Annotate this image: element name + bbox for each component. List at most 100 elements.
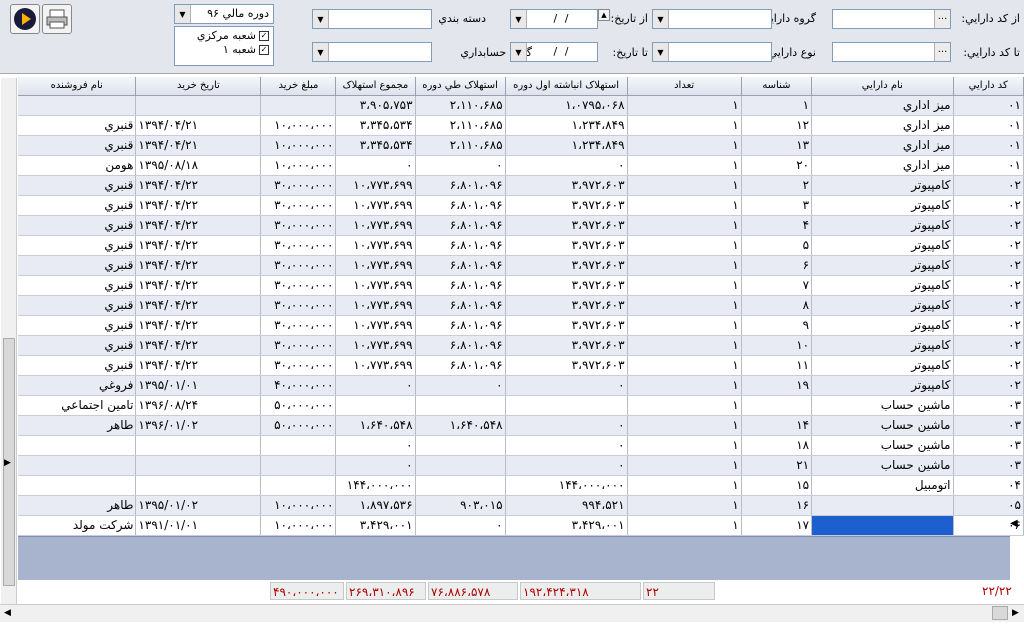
cell-purchase-date[interactable]: ۱۳۹۴/۰۴/۲۱ [135,135,262,156]
cell-opening-dep[interactable]: ۳،۹۷۲،۶۰۳ [505,335,628,356]
horizontal-scrollbar[interactable]: ◀ ▶ [0,604,1024,622]
cell-period-dep[interactable]: ۲،۱۱۰،۶۸۵ [415,135,506,156]
cell-period-dep[interactable]: ۶،۸۰۱،۰۹۶ [415,175,506,196]
cell-vendor[interactable]: قنبري [18,295,137,316]
table-row[interactable]: قنبري ۱۳۹۴/۰۴/۲۲ ۳۰،۰۰۰،۰۰۰ ۱۰،۷۷۳،۶۹۹ ۶،۸۰۱… [18,295,1024,316]
cell-total-dep[interactable]: ۱،۸۹۷،۵۳۶ [335,495,416,516]
cell-id[interactable]: ۲ [741,175,813,196]
chevron-down-icon[interactable]: ▼ [653,43,669,61]
cell-id[interactable]: ۸ [741,295,813,316]
cell-asset-code[interactable]: ۰۱ [953,155,1024,176]
table-row[interactable]: قنبري ۱۳۹۴/۰۴/۲۲ ۳۰،۰۰۰،۰۰۰ ۱۰،۷۷۳،۶۹۹ ۶،۸۰۱… [18,215,1024,236]
category-select[interactable]: ▼ [312,9,432,29]
cell-vendor[interactable] [18,435,137,456]
asset-grid[interactable]: ▶ نام فروشنده تاريخ خريد مبلغ خريد مجموع… [0,74,1024,624]
cell-id[interactable]: ۱۵ [741,475,813,496]
table-row[interactable]: ۰ ۰ ۱ ۲۱ ماشين حساب ۰۳ [18,455,1024,476]
cell-total-dep[interactable]: ۱،۶۴۰،۵۴۸ [335,415,416,436]
cell-period-dep[interactable]: ۰ [415,155,506,176]
cell-purchase-date[interactable]: ۱۳۹۴/۰۴/۲۲ [135,315,262,336]
cell-total-dep[interactable]: ۱۴۴،۰۰۰،۰۰۰ [335,475,416,496]
cell-asset-name[interactable]: کامپيوتر [811,335,954,356]
col-vendor[interactable]: نام فروشنده [18,77,137,96]
cell-total-dep[interactable]: ۳،۹۰۵،۷۵۳ [335,95,416,116]
cell-purchase-date[interactable]: ۱۳۹۴/۰۴/۲۲ [135,195,262,216]
cell-opening-dep[interactable]: ۱،۲۳۴،۸۴۹ [505,135,628,156]
cell-id[interactable]: ۱۰ [741,335,813,356]
cell-asset-name[interactable]: کامپيوتر [811,195,954,216]
table-row[interactable]: قنبري ۱۳۹۴/۰۴/۲۲ ۳۰،۰۰۰،۰۰۰ ۱۰،۷۷۳،۶۹۹ ۶،۸۰۱… [18,335,1024,356]
cell-quantity[interactable]: ۱ [627,375,742,396]
cell-vendor[interactable]: قنبري [18,275,137,296]
cell-quantity[interactable]: ۱ [627,355,742,376]
cell-purchase-amount[interactable]: ۱۰،۰۰۰،۰۰۰ [260,135,337,156]
table-row[interactable]: قنبري ۱۳۹۴/۰۴/۲۲ ۳۰،۰۰۰،۰۰۰ ۱۰،۷۷۳،۶۹۹ ۶،۸۰۱… [18,275,1024,296]
cell-total-dep[interactable]: ۳،۳۴۵،۵۳۴ [335,115,416,136]
cell-purchase-amount[interactable]: ۳۰،۰۰۰،۰۰۰ [260,295,337,316]
table-row[interactable]: طاهر ۱۳۹۵/۰۱/۰۲ ۱۰،۰۰۰،۰۰۰ ۱،۸۹۷،۵۳۶ ۹۰۳،۰۱۵… [18,495,1024,516]
chevron-down-icon[interactable]: ▼ [313,43,329,61]
cell-id[interactable] [741,395,813,416]
cell-period-dep[interactable]: ۶،۸۰۱،۰۹۶ [415,315,506,336]
table-row[interactable]: قنبري ۱۳۹۴/۰۴/۲۱ ۱۰،۰۰۰،۰۰۰ ۳،۳۴۵،۵۳۴ ۲،۱۱۰،… [18,115,1024,136]
cell-asset-code[interactable]: ۰۱ [953,115,1024,136]
cell-vendor[interactable]: قنبري [18,335,137,356]
col-total-dep[interactable]: مجموع استهلاک [335,77,416,96]
col-purchase-amount[interactable]: مبلغ خريد [260,77,337,96]
cell-id[interactable]: ۲۰ [741,155,813,176]
cell-id[interactable]: ۱۳ [741,135,813,156]
cell-total-dep[interactable]: ۱۰،۷۷۳،۶۹۹ [335,295,416,316]
cell-id[interactable]: ۱۴ [741,415,813,436]
cell-purchase-amount[interactable]: ۳۰،۰۰۰،۰۰۰ [260,275,337,296]
cell-vendor[interactable]: قنبري [18,355,137,376]
cell-asset-name[interactable]: ماشين حساب [811,395,954,416]
cell-id[interactable]: ۶ [741,255,813,276]
cell-vendor[interactable]: قنبري [18,315,137,336]
cell-purchase-date[interactable] [135,95,262,116]
cell-quantity[interactable]: ۱ [627,235,742,256]
cell-asset-name[interactable]: کامپيوتر [811,255,954,276]
cell-purchase-amount[interactable] [260,455,337,476]
cell-period-dep[interactable]: ۶،۸۰۱،۰۹۶ [415,275,506,296]
cell-vendor[interactable]: قنبري [18,255,137,276]
cell-asset-code[interactable]: ۰۲ [953,315,1024,336]
cell-total-dep[interactable]: ۱۰،۷۷۳،۶۹۹ [335,255,416,276]
table-row[interactable]: شرکت مولد ۱۳۹۱/۰۱/۰۱ ۱۰،۰۰۰،۰۰۰ ۳،۴۲۹،۰۰۱ ۰ ۳… [18,515,1024,536]
cell-quantity[interactable]: ۱ [627,115,742,136]
cell-asset-name[interactable]: ميز اداري [811,135,954,156]
cell-purchase-amount[interactable]: ۳۰،۰۰۰،۰۰۰ [260,335,337,356]
cell-period-dep[interactable] [415,435,506,456]
browse-button[interactable]: ... [934,10,950,28]
cell-purchase-date[interactable] [135,435,262,456]
cell-asset-name[interactable]: ميز اداري [811,155,954,176]
cell-asset-name[interactable] [811,515,954,536]
cell-opening-dep[interactable]: ۳،۹۷۲،۶۰۳ [505,175,628,196]
cell-purchase-date[interactable]: ۱۳۹۴/۰۴/۲۲ [135,175,262,196]
table-row[interactable]: قنبري ۱۳۹۴/۰۴/۲۱ ۱۰،۰۰۰،۰۰۰ ۳،۳۴۵،۵۳۴ ۲،۱۱۰،… [18,135,1024,156]
cell-vendor[interactable]: شرکت مولد [18,515,137,536]
date-spin-up-icon[interactable]: ▲ [598,9,610,21]
col-asset-name[interactable]: نام دارايي [811,77,954,96]
cell-asset-name[interactable]: ميز اداري [811,115,954,136]
cell-id[interactable]: ۵ [741,235,813,256]
cell-opening-dep[interactable]: ۰ [505,375,628,396]
cell-purchase-amount[interactable] [260,475,337,496]
cell-id[interactable]: ۲۱ [741,455,813,476]
cell-id[interactable]: ۱۲ [741,115,813,136]
cell-period-dep[interactable]: ۶،۸۰۱،۰۹۶ [415,335,506,356]
cell-quantity[interactable]: ۱ [627,215,742,236]
cell-purchase-amount[interactable]: ۳۰،۰۰۰،۰۰۰ [260,255,337,276]
cell-quantity[interactable]: ۱ [627,135,742,156]
cell-asset-name[interactable]: کامپيوتر [811,275,954,296]
cell-period-dep[interactable]: ۹۰۳،۰۱۵ [415,495,506,516]
cell-opening-dep[interactable] [505,395,628,416]
cell-opening-dep[interactable]: ۳،۹۷۲،۶۰۳ [505,355,628,376]
col-id[interactable]: شناسه [741,77,813,96]
cell-purchase-date[interactable]: ۱۳۹۴/۰۴/۲۲ [135,255,262,276]
table-row[interactable]: ۳،۹۰۵،۷۵۳ ۲،۱۱۰،۶۸۵ ۱،۰۷۹۵،۰۶۸ ۱ ۱ ميز اداري ۰… [18,95,1024,116]
cell-quantity[interactable]: ۱ [627,495,742,516]
cell-asset-code[interactable]: ۰۳ [953,395,1024,416]
cell-total-dep[interactable]: ۱۰،۷۷۳،۶۹۹ [335,235,416,256]
cell-asset-code[interactable]: ۰۲ [953,355,1024,376]
cell-opening-dep[interactable]: ۳،۹۷۲،۶۰۳ [505,235,628,256]
